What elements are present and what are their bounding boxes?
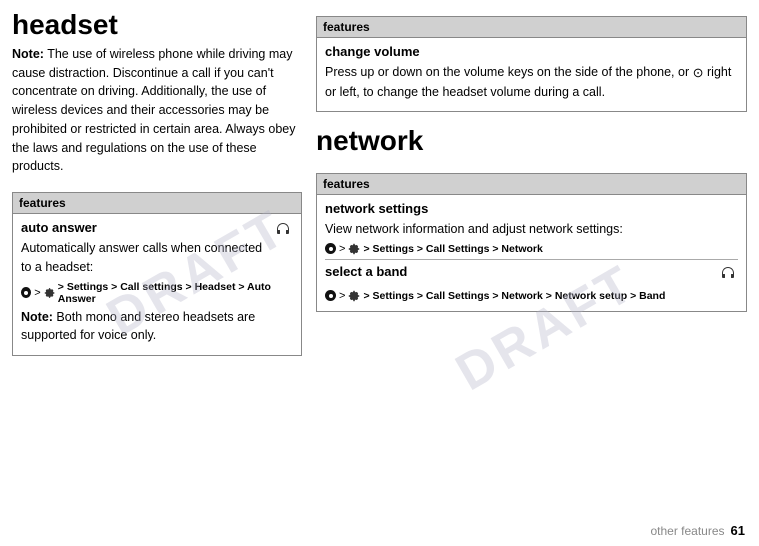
nav-dot-icon3 (325, 290, 336, 301)
left-table-body: auto answer Automatically answer calls w… (13, 214, 301, 355)
headset-icon2 (718, 264, 738, 287)
left-feature-table: features auto answer Automatically answe… (12, 192, 302, 356)
gear-icon2 (348, 243, 360, 255)
network-settings-desc: View network information and adjust netw… (325, 220, 738, 239)
network-settings-path-text: > Settings > Call Settings > Network (363, 243, 542, 255)
gear-icon3 (348, 290, 360, 302)
table-row-divider (325, 259, 738, 260)
select-band-title: select a band (325, 264, 407, 279)
path-arrow3: > (339, 290, 345, 302)
select-band-path: > > Settings > Call Settings > Network >… (325, 290, 738, 302)
auto-answer-note-label: Note: (21, 310, 53, 324)
gear-icon (44, 287, 55, 299)
auto-answer-note-text: Both mono and stereo headsets are suppor… (21, 310, 255, 343)
auto-answer-path: > > Settings > Call settings > Headset >… (21, 281, 293, 305)
auto-answer-path-text: > Settings > Call settings > Headset > A… (58, 281, 293, 305)
network-feature-table: features network settings View network i… (316, 173, 747, 312)
auto-answer-desc: Automatically answer calls when connecte… (21, 239, 293, 277)
select-band-row: select a band (325, 264, 738, 287)
change-volume-text1: Press up or down on the volume keys on t… (325, 65, 689, 79)
footer-page-number: 61 (731, 523, 745, 538)
right-column: features change volume Press up or down … (316, 10, 747, 536)
change-volume-table: features change volume Press up or down … (316, 16, 747, 112)
nav-circle-icon: ⊙ (693, 63, 704, 83)
left-table-header: features (13, 193, 301, 214)
page-footer: other features 61 (650, 523, 745, 538)
network-settings-path: > > Settings > Call Settings > Network (325, 243, 738, 255)
network-table-body: network settings View network informatio… (317, 195, 746, 311)
note-text: The use of wireless phone while driving … (12, 47, 295, 174)
path-arrow2: > (339, 243, 345, 255)
right-table1-header: features (317, 17, 746, 38)
headset-note: Note: The use of wireless phone while dr… (12, 45, 302, 176)
headset-icon (273, 220, 293, 243)
right-table1-body: change volume Press up or down on the vo… (317, 38, 746, 111)
nav-dot-icon (21, 287, 31, 298)
path-arrow: > (34, 287, 40, 299)
select-band-path-text: > Settings > Call Settings > Network > N… (363, 290, 665, 302)
auto-answer-title: auto answer (21, 220, 293, 235)
change-volume-desc: Press up or down on the volume keys on t… (325, 63, 738, 101)
footer-label: other features (650, 524, 724, 538)
auto-answer-note: Note: Both mono and stereo headsets are … (21, 308, 293, 346)
note-label: Note: (12, 47, 44, 61)
nav-dot-icon2 (325, 243, 336, 254)
left-column: headset Note: The use of wireless phone … (12, 10, 302, 536)
page-title-network: network (316, 126, 747, 157)
page-title-headset: headset (12, 10, 302, 41)
network-settings-title: network settings (325, 201, 738, 216)
network-table-header: features (317, 174, 746, 195)
change-volume-title: change volume (325, 44, 738, 59)
